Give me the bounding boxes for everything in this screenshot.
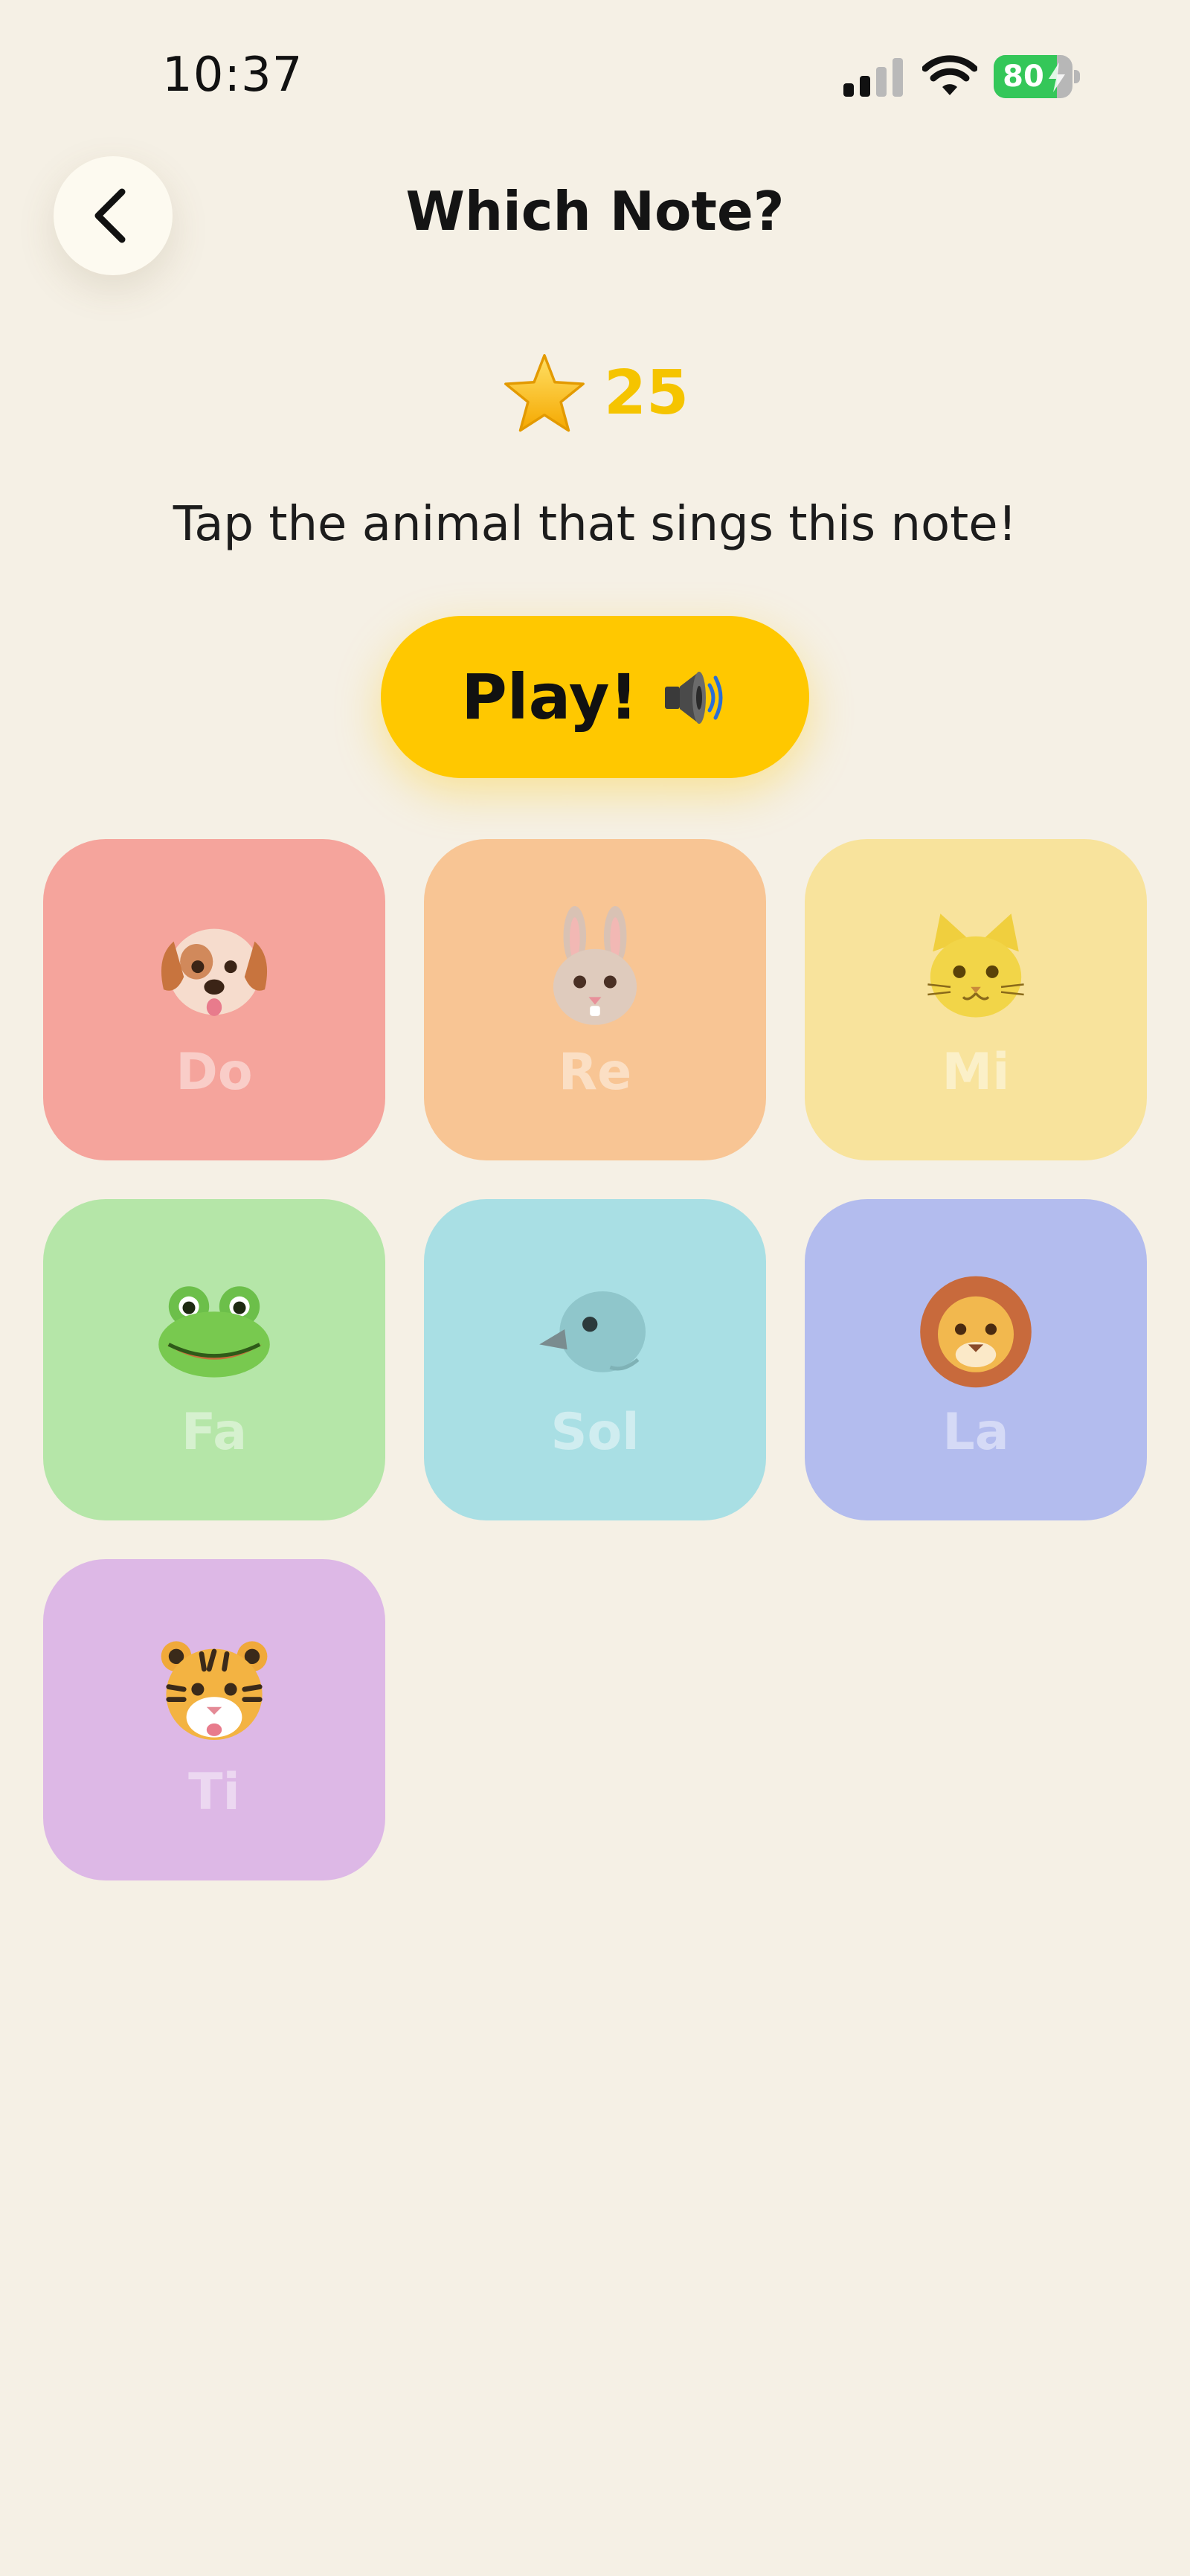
status-bar: 10:37 80: [0, 0, 1190, 149]
dog-face-icon: [161, 928, 268, 1016]
battery-shell: 80: [994, 55, 1072, 98]
back-button[interactable]: [54, 156, 173, 275]
instruction-text: Tap the animal that sings this note!: [173, 497, 1017, 552]
note-label: Do: [176, 1043, 253, 1102]
note-card-do[interactable]: Do: [43, 839, 385, 1160]
note-card-la[interactable]: La: [805, 1199, 1147, 1520]
tiger-face-icon: [161, 1641, 268, 1740]
battery-level: 80: [1003, 60, 1044, 94]
note-card-ti[interactable]: Ti: [43, 1559, 385, 1880]
battery-cap: [1074, 70, 1080, 83]
note-label: Sol: [550, 1403, 640, 1462]
speaker-icon: [664, 672, 723, 724]
note-label: La: [942, 1403, 1009, 1462]
play-button[interactable]: Play!: [381, 616, 809, 778]
score-display: 25: [0, 350, 1190, 439]
lion-face-icon: [920, 1276, 1032, 1388]
signal-icon: [843, 58, 903, 97]
star-icon: [504, 354, 585, 432]
charging-bolt-icon: [1049, 62, 1065, 92]
note-label: Re: [558, 1043, 632, 1102]
page-title: Which Note?: [405, 180, 785, 242]
note-label: Fa: [181, 1403, 248, 1462]
note-label: Ti: [188, 1763, 240, 1822]
note-card-re[interactable]: Re: [424, 839, 766, 1160]
status-time: 10:37: [162, 48, 303, 103]
battery-icon: 80: [994, 55, 1080, 98]
chevron-left-icon: [94, 188, 126, 243]
note-card-fa[interactable]: Fa: [43, 1199, 385, 1520]
frog-face-icon: [158, 1286, 270, 1378]
wifi-icon: [922, 55, 977, 95]
note-label: Mi: [942, 1043, 1010, 1102]
note-card-mi[interactable]: Mi: [805, 839, 1147, 1160]
note-grid: Do Re Mi Fa Sol La Ti: [43, 839, 1147, 1880]
bird-face-icon: [539, 1291, 646, 1372]
rabbit-face-icon: [553, 906, 637, 1025]
note-card-sol[interactable]: Sol: [424, 1199, 766, 1520]
cat-face-icon: [927, 913, 1024, 1018]
score-value: 25: [603, 357, 689, 428]
play-button-label: Play!: [461, 661, 638, 733]
